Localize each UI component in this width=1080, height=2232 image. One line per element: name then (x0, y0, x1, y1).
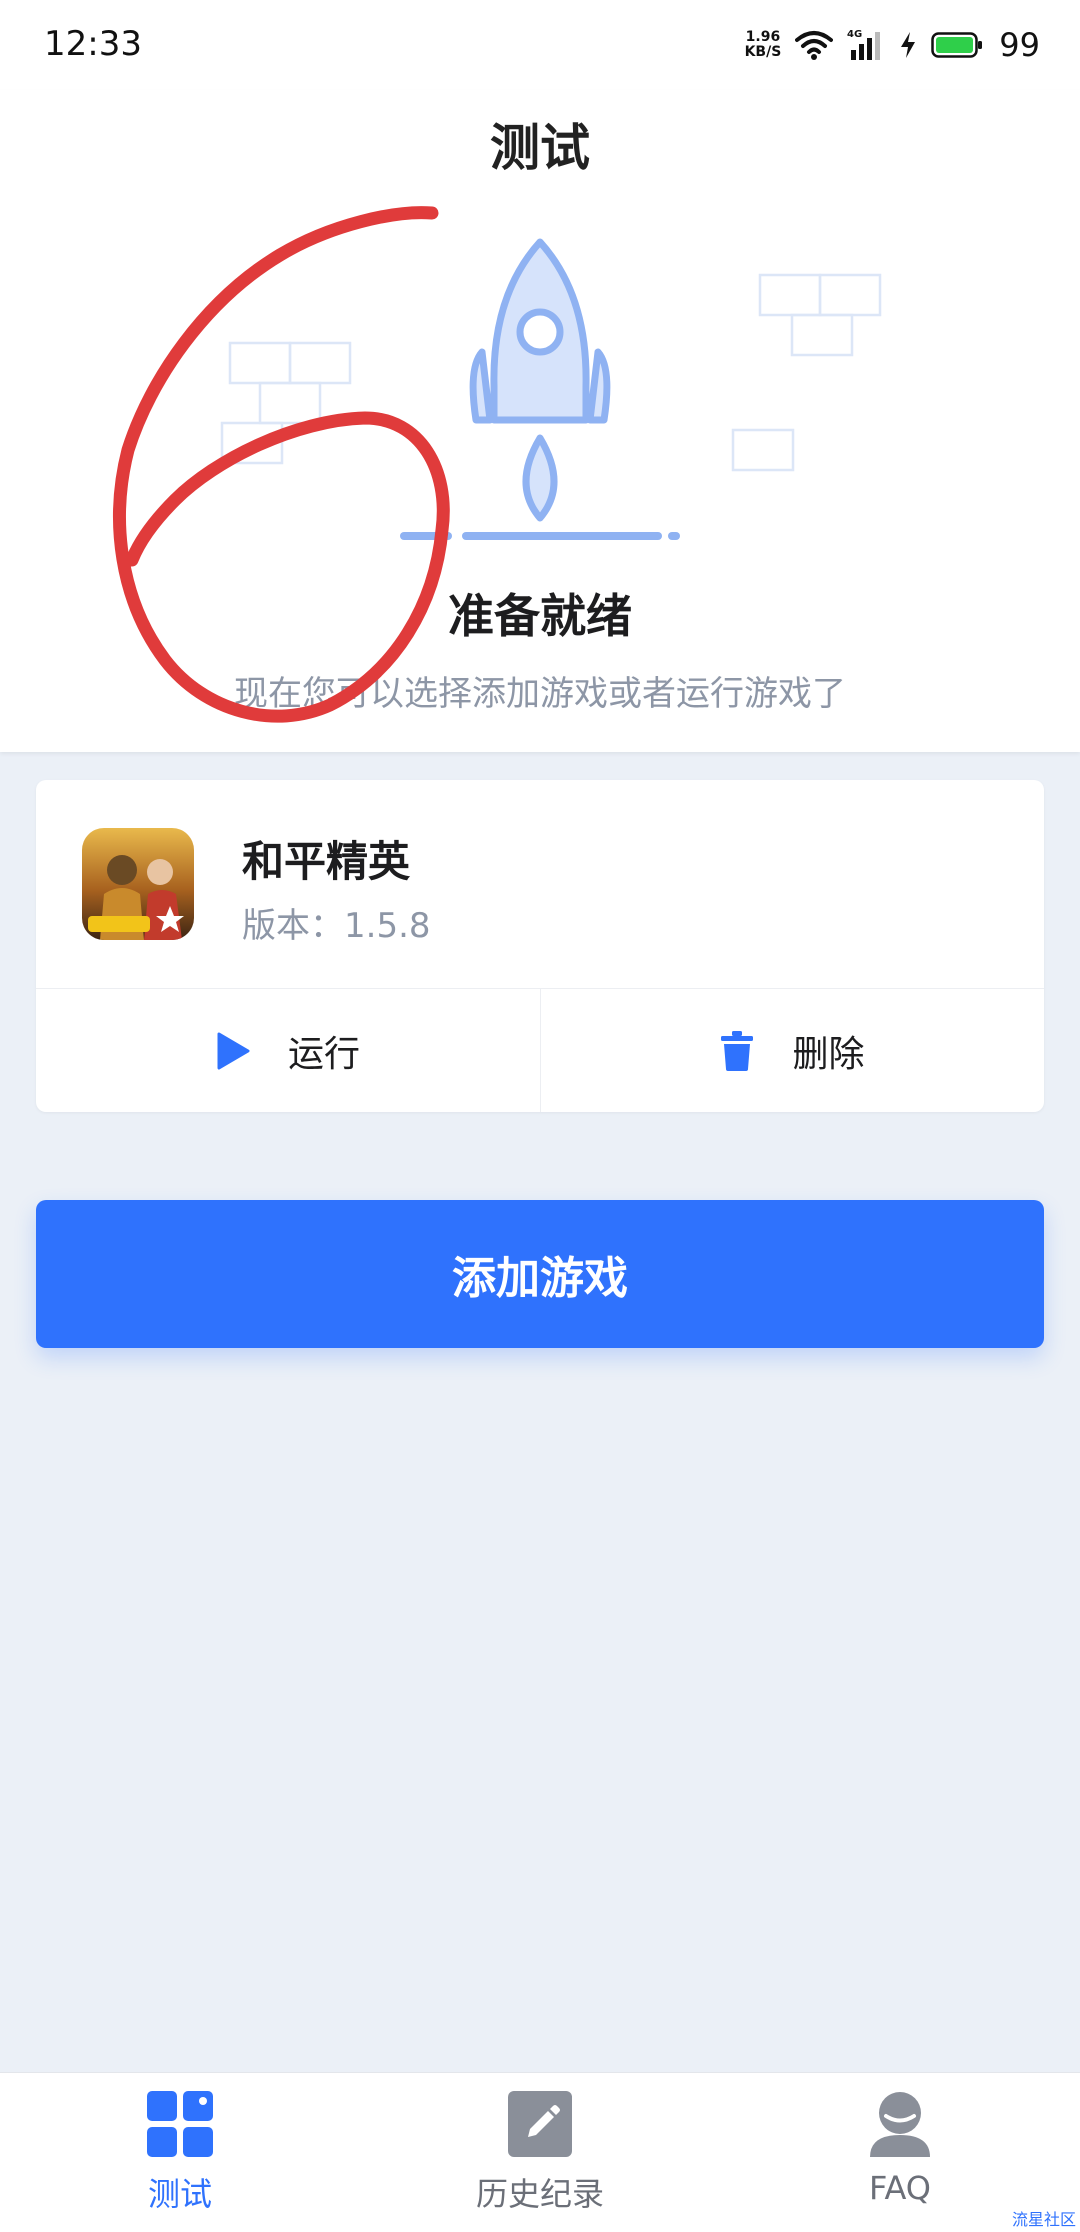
nav-label-history: 历史纪录 (475, 2175, 604, 2213)
user-support-icon (870, 2092, 930, 2157)
network-speed-unit: KB/S (744, 44, 782, 60)
game-name: 和平精英 (242, 837, 411, 886)
edit-icon (508, 2091, 572, 2157)
nav-item-test[interactable]: 测试 (80, 2091, 280, 2215)
delete-label: 删除 (792, 1033, 865, 1075)
dashboard-icon (147, 2091, 213, 2157)
battery-icon (931, 32, 983, 58)
nav-item-faq[interactable]: FAQ (800, 2091, 1000, 2207)
bottom-navigation: 测试 历史纪录 FAQ 流星社区 (0, 2072, 1080, 2232)
game-version: 版本：1.5.8 (242, 906, 431, 946)
battery-percent: 99 (999, 26, 1040, 64)
wifi-icon (795, 31, 834, 60)
brick-blocks-left (220, 341, 352, 465)
delete-button[interactable]: 删除 (540, 989, 1044, 1112)
brick-blocks-right (731, 273, 882, 472)
ready-subtitle: 现在您可以选择添加游戏或者运行游戏了 (234, 674, 846, 714)
ready-title: 准备就绪 (448, 589, 632, 643)
network-speed: 1.96 KB/S (745, 30, 782, 60)
card-actions: 运行 删除 (36, 989, 1044, 1112)
trash-icon (721, 1030, 754, 1071)
status-bar: 12:33 1.96 KB/S 4G 99 (0, 0, 1080, 90)
charging-icon (901, 32, 916, 58)
status-time: 12:33 (44, 24, 142, 64)
network-speed-value: 1.96 (745, 29, 781, 45)
nav-label-test: 测试 (147, 2175, 212, 2213)
nav-item-history[interactable]: 历史纪录 (440, 2091, 640, 2215)
run-button[interactable]: 运行 (36, 989, 540, 1112)
watermark: 流星社区 (1011, 2210, 1076, 2229)
page-title: 测试 (490, 119, 590, 177)
rocket-illustration (220, 238, 882, 540)
game-app-icon (82, 828, 194, 940)
game-card: 和平精英 版本：1.5.8 运行 删除 (36, 780, 1044, 1112)
add-game-button[interactable]: 添加游戏 (36, 1200, 1044, 1348)
play-icon (217, 1032, 250, 1069)
network-type: 4G (847, 29, 862, 40)
cellular-signal-icon: 4G (847, 29, 881, 60)
game-info[interactable]: 和平精英 版本：1.5.8 (36, 780, 1044, 988)
run-label: 运行 (287, 1033, 360, 1075)
header-section: 测试 准备就绪 现在您可以选择添加游戏或者运行游戏了 (0, 90, 1080, 752)
rocket-icon (469, 238, 611, 522)
status-indicators: 1.96 KB/S 4G 99 (745, 22, 1040, 68)
nav-label-faq: FAQ (869, 2169, 931, 2207)
